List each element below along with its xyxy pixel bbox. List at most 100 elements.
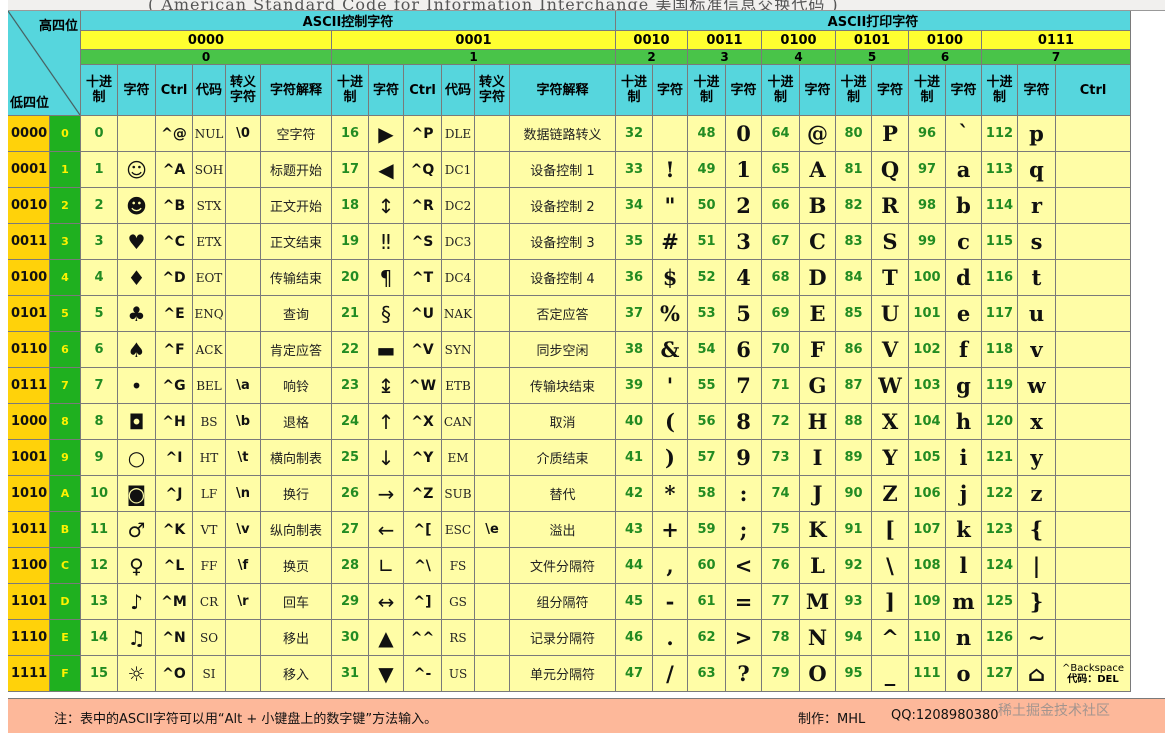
row-hex: 7 (50, 368, 81, 404)
print-dec: 77 (762, 584, 800, 620)
print-char: < (726, 548, 762, 584)
print-char: X (872, 404, 909, 440)
code-description: 设备控制 2 (510, 188, 616, 224)
code-symbol: • (118, 368, 156, 404)
code-escape (475, 476, 510, 512)
group-bin-0: 0000 (81, 31, 332, 50)
print-dec: 71 (762, 368, 800, 404)
code-symbol: ‼ (369, 224, 404, 260)
code-mnemonic: SYN (442, 332, 475, 368)
print-char: v (1018, 332, 1056, 368)
print-char: B (800, 188, 836, 224)
print-char: x (1018, 404, 1056, 440)
print-char: = (726, 584, 762, 620)
group-hex-1: 1 (332, 50, 616, 65)
code-symbol: ♣ (118, 296, 156, 332)
code-escape (226, 152, 261, 188)
print-char: r (1018, 188, 1056, 224)
print-char: 0 (726, 116, 762, 152)
print-dec: 88 (836, 404, 872, 440)
print-dec: 32 (616, 116, 653, 152)
code-dec: 8 (81, 404, 118, 440)
code-dec: 16 (332, 116, 369, 152)
print-dec: 81 (836, 152, 872, 188)
code-ctrl: ^W (404, 368, 442, 404)
print-dec: 85 (836, 296, 872, 332)
code-dec: 10 (81, 476, 118, 512)
group-hex-2: 2 (616, 50, 688, 65)
code-ctrl: ^Y (404, 440, 442, 476)
code-dec: 13 (81, 584, 118, 620)
row-bin: 1000 (8, 404, 50, 440)
col-header-esc: 转义字符 (226, 65, 261, 116)
print-char: $ (653, 260, 688, 296)
print-dec: 123 (982, 512, 1018, 548)
row-bin: 1100 (8, 548, 50, 584)
code-escape: \n (226, 476, 261, 512)
row-bin: 0000 (8, 116, 50, 152)
code-symbol: → (369, 476, 404, 512)
col-header-char: 字符 (369, 65, 404, 116)
print-char: q (1018, 152, 1056, 188)
print-char: O (800, 656, 836, 692)
print-char: ) (653, 440, 688, 476)
print-dec: 121 (982, 440, 1018, 476)
print-char: 5 (726, 296, 762, 332)
print-char: I (800, 440, 836, 476)
code-description: 否定应答 (510, 296, 616, 332)
code-escape (226, 332, 261, 368)
code-ctrl: ^P (404, 116, 442, 152)
code-dec: 2 (81, 188, 118, 224)
print-dec: 127 (982, 656, 1018, 692)
row-hex: 9 (50, 440, 81, 476)
print-dec: 99 (909, 224, 946, 260)
print-ctrl-empty (1056, 296, 1131, 332)
code-dec: 7 (81, 368, 118, 404)
code-description: 同步空闲 (510, 332, 616, 368)
code-dec: 23 (332, 368, 369, 404)
print-dec: 118 (982, 332, 1018, 368)
code-escape (226, 296, 261, 332)
high-nibble-label: 高四位 (38, 19, 78, 34)
row-bin: 1010 (8, 476, 50, 512)
code-escape: \t (226, 440, 261, 476)
code-dec: 29 (332, 584, 369, 620)
code-symbol: ▶ (369, 116, 404, 152)
code-symbol: ♀ (118, 548, 156, 584)
print-dec: 104 (909, 404, 946, 440)
print-dec: 64 (762, 116, 800, 152)
code-ctrl: ^J (156, 476, 193, 512)
code-ctrl: ^D (156, 260, 193, 296)
code-mnemonic: SOH (193, 152, 226, 188)
row-hex: B (50, 512, 81, 548)
code-symbol: ↕ (369, 188, 404, 224)
row-hex: A (50, 476, 81, 512)
print-char: 4 (726, 260, 762, 296)
code-symbol: ♫ (118, 620, 156, 656)
print-dec: 95 (836, 656, 872, 692)
print-char: } (1018, 584, 1056, 620)
print-char: Y (872, 440, 909, 476)
code-mnemonic: DC4 (442, 260, 475, 296)
code-symbol: ↑ (369, 404, 404, 440)
code-escape (475, 332, 510, 368)
row-bin: 0010 (8, 188, 50, 224)
code-ctrl: ^L (156, 548, 193, 584)
print-dec: 68 (762, 260, 800, 296)
print-dec: 83 (836, 224, 872, 260)
code-escape (226, 620, 261, 656)
code-escape (475, 584, 510, 620)
row-bin: 0100 (8, 260, 50, 296)
print-dec: 117 (982, 296, 1018, 332)
print-dec: 59 (688, 512, 726, 548)
code-symbol: ¶ (369, 260, 404, 296)
col-header-desc: 字符解释 (510, 65, 616, 116)
col-header-char: 字符 (118, 65, 156, 116)
print-dec: 38 (616, 332, 653, 368)
col-header-dec: 十进制 (836, 65, 872, 116)
print-char: ( (653, 404, 688, 440)
print-char: " (653, 188, 688, 224)
print-char: K (800, 512, 836, 548)
code-escape (226, 260, 261, 296)
code-dec: 18 (332, 188, 369, 224)
